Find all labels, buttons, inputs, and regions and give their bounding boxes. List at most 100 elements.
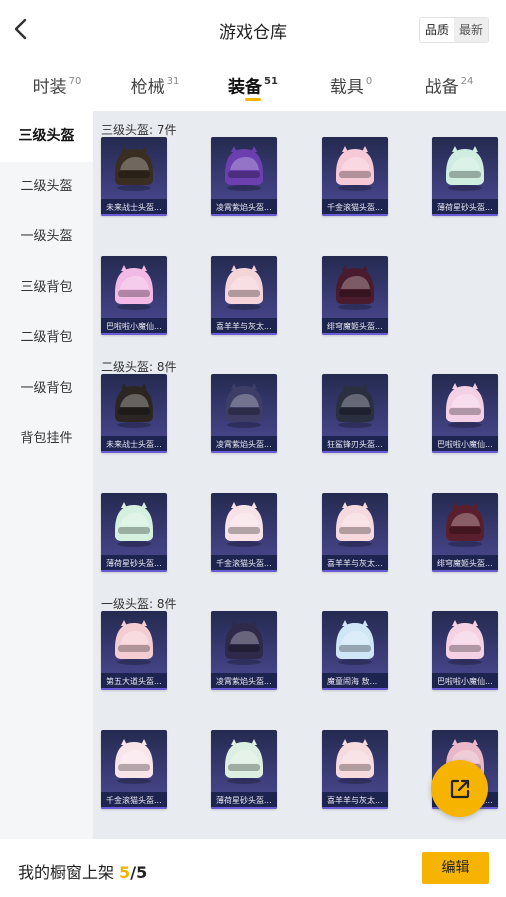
helmet-icon <box>322 493 388 555</box>
helmet-icon <box>322 730 388 792</box>
tab-equipment[interactable]: 装备 51 <box>204 62 302 106</box>
item-card[interactable]: 千金滚猫头盔... <box>211 493 277 572</box>
tab-label: 枪械 <box>130 77 165 98</box>
sidebar-item-level1-backpack[interactable]: 一级背包 <box>0 364 93 415</box>
item-name: 千金滚猫头盔... <box>322 199 388 216</box>
item-name: 绯穹魔姬头盔... <box>432 555 498 572</box>
item-card[interactable]: 未来战士头盔... <box>101 374 167 453</box>
helmet-icon <box>322 611 388 673</box>
sidebar-item-level3-helmet[interactable]: 三级头盔 <box>0 111 93 162</box>
helmet-icon <box>322 256 388 318</box>
helmet-icon <box>211 730 277 792</box>
showcase-status: 我的橱窗上架 5/5 <box>18 859 147 883</box>
tab-firearms[interactable]: 枪械 31 <box>106 62 204 106</box>
sort-toggle[interactable]: 品质 最新 <box>418 17 489 43</box>
tab-count: 70 <box>68 76 82 87</box>
item-card[interactable]: 凌霄紫焰头盔... <box>211 374 277 453</box>
helmet-icon <box>211 374 277 436</box>
section-title: 二级头盔: 8件 <box>101 360 177 374</box>
item-name: 喜羊羊与灰太... <box>322 792 388 809</box>
sort-option-newest[interactable]: 最新 <box>453 18 488 42</box>
section-title: 三级头盔: 7件 <box>101 123 177 137</box>
share-button[interactable] <box>431 760 488 817</box>
item-card[interactable]: 未来战士头盔... <box>101 137 167 216</box>
item-name: 凌霄紫焰头盔... <box>211 436 277 453</box>
item-name: 绯穹魔姬头盔... <box>322 318 388 335</box>
item-card[interactable]: 巴啦啦小魔仙... <box>432 611 498 690</box>
helmet-icon <box>211 611 277 673</box>
item-name: 千金滚猫头盔... <box>101 792 167 809</box>
sidebar-item-level2-backpack[interactable]: 二级背包 <box>0 313 93 364</box>
item-name: 巴啦啦小魔仙... <box>432 436 498 453</box>
tab-label: 战备 <box>424 77 459 98</box>
item-name: 凌霄紫焰头盔... <box>211 673 277 690</box>
sort-option-quality[interactable]: 品质 <box>419 18 454 42</box>
helmet-icon <box>101 730 167 792</box>
sidebar: 三级头盔 二级头盔 一级头盔 三级背包 二级背包 一级背包 背包挂件 <box>0 111 93 839</box>
item-card[interactable]: 凌霄紫焰头盔... <box>211 611 277 690</box>
helmet-icon <box>432 137 498 199</box>
helmet-icon <box>322 374 388 436</box>
sidebar-item-level3-backpack[interactable]: 三级背包 <box>0 263 93 314</box>
item-card[interactable]: 魔童闹海 敖... <box>322 611 388 690</box>
item-card[interactable]: 薄荷星砂头盔... <box>101 493 167 572</box>
tab-count: 31 <box>166 76 180 87</box>
item-card[interactable]: 绯穹魔姬头盔... <box>322 256 388 335</box>
item-name: 薄荷星砂头盔... <box>211 792 277 809</box>
showcase-current: 5 <box>119 863 131 882</box>
tab-fashion[interactable]: 时装 70 <box>8 62 106 106</box>
helmet-icon <box>211 493 277 555</box>
helmet-icon <box>432 493 498 555</box>
helmet-icon <box>432 611 498 673</box>
item-card[interactable]: 巴啦啦小魔仙... <box>101 256 167 335</box>
showcase-label: 我的橱窗上架 <box>18 863 120 882</box>
item-card[interactable]: 千金滚猫头盔... <box>322 137 388 216</box>
warehouse-page: 游戏仓库 品质 最新 时装 70 枪械 31 装备 51 载具 0 战备 24 三级头盔 … <box>0 0 506 897</box>
helmet-icon <box>101 374 167 436</box>
item-card[interactable]: 绯穹魔姬头盔... <box>432 493 498 572</box>
item-name: 魔童闹海 敖... <box>322 673 388 690</box>
item-name: 薄荷星砂头盔... <box>432 199 498 216</box>
helmet-icon <box>432 374 498 436</box>
item-name: 喜羊羊与灰太... <box>211 318 277 335</box>
item-card[interactable]: 喜羊羊与灰太... <box>322 493 388 572</box>
helmet-icon <box>211 256 277 318</box>
tab-label: 装备 <box>228 77 263 98</box>
item-name: 巴啦啦小魔仙... <box>101 318 167 335</box>
sidebar-item-backpack-charm[interactable]: 背包挂件 <box>0 414 93 465</box>
edit-button[interactable]: 编辑 <box>422 852 489 884</box>
helmet-icon <box>101 611 167 673</box>
item-card[interactable]: 喜羊羊与灰太... <box>322 730 388 809</box>
helmet-icon <box>101 493 167 555</box>
tab-count: 51 <box>264 76 278 87</box>
tab-supplies[interactable]: 战备 24 <box>400 62 498 106</box>
helmet-icon <box>101 256 167 318</box>
tab-vehicles[interactable]: 载具 0 <box>302 62 400 106</box>
item-name: 第五大道头盔... <box>101 673 167 690</box>
item-name: 喜羊羊与灰太... <box>322 555 388 572</box>
item-name: 狂鲨锋刃头盔... <box>322 436 388 453</box>
showcase-total: 5 <box>136 863 148 882</box>
sidebar-item-level1-helmet[interactable]: 一级头盔 <box>0 212 93 263</box>
helmet-icon <box>211 137 277 199</box>
section-title: 一级头盔: 8件 <box>101 597 177 611</box>
category-tabs: 时装 70 枪械 31 装备 51 载具 0 战备 24 <box>0 62 506 106</box>
item-card[interactable]: 凌霄紫焰头盔... <box>211 137 277 216</box>
item-name: 薄荷星砂头盔... <box>101 555 167 572</box>
tab-count: 0 <box>365 76 373 87</box>
item-card[interactable]: 薄荷星砂头盔... <box>432 137 498 216</box>
item-card[interactable]: 第五大道头盔... <box>101 611 167 690</box>
sidebar-item-level2-helmet[interactable]: 二级头盔 <box>0 162 93 213</box>
helmet-icon <box>322 137 388 199</box>
header: 游戏仓库 品质 最新 <box>0 0 506 60</box>
item-card[interactable]: 巴啦啦小魔仙... <box>432 374 498 453</box>
item-name: 未来战士头盔... <box>101 199 167 216</box>
item-card[interactable]: 千金滚猫头盔... <box>101 730 167 809</box>
tab-count: 24 <box>460 76 474 87</box>
item-grid: 三级头盔: 7件 未来战士头盔... 凌霄紫焰头盔... 千金滚猫头盔... 薄荷星砂头… <box>93 111 506 839</box>
helmet-icon <box>101 137 167 199</box>
item-name: 巴啦啦小魔仙... <box>432 673 498 690</box>
item-card[interactable]: 狂鲨锋刃头盔... <box>322 374 388 453</box>
item-card[interactable]: 薄荷星砂头盔... <box>211 730 277 809</box>
item-card[interactable]: 喜羊羊与灰太... <box>211 256 277 335</box>
